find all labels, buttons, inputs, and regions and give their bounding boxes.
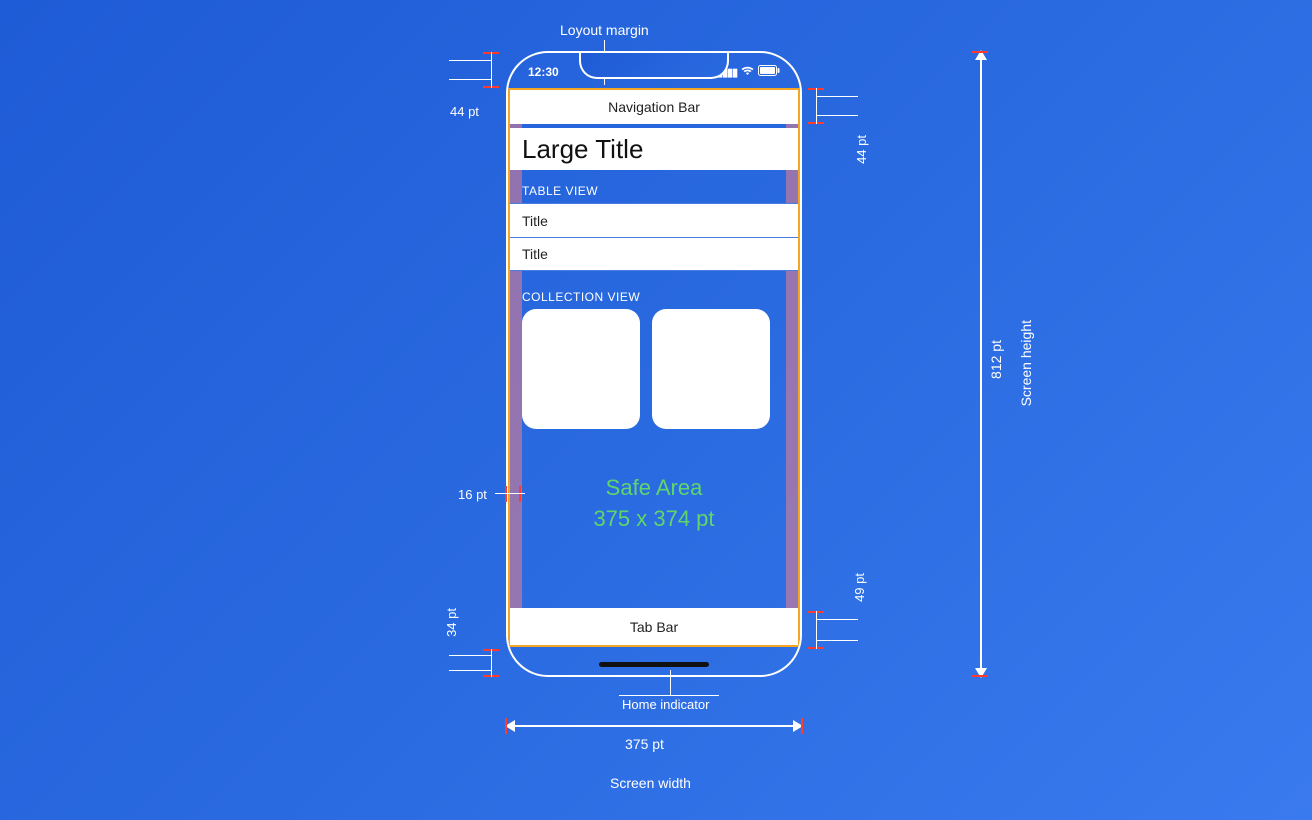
collection-card xyxy=(652,309,770,429)
collection-view-header: COLLECTION VIEW xyxy=(522,290,640,304)
battery-icon xyxy=(758,65,780,79)
wifi-icon xyxy=(741,66,754,79)
phone-frame: 12:30 ▮▮▮▮ Navigation Bar Large Title TA… xyxy=(506,51,802,677)
layout-margin-label: Loyout margin xyxy=(560,22,649,38)
large-title: Large Title xyxy=(510,128,798,170)
width-value: 375 pt xyxy=(625,736,664,752)
home-indicator-label: Home indicator xyxy=(622,697,709,712)
dim-16: 16 pt xyxy=(458,487,487,502)
dim-34: 34 pt xyxy=(444,608,459,637)
layout-margin-right xyxy=(786,90,798,645)
dim-49: 49 pt xyxy=(852,573,867,602)
dim-bracket-34 xyxy=(449,649,499,677)
dim-44-left: 44 pt xyxy=(450,104,479,119)
layout-margin-left xyxy=(510,90,522,645)
height-value: 812 pt xyxy=(988,340,1004,379)
leader-line xyxy=(619,695,719,696)
screen-width-label: Screen width xyxy=(610,775,691,791)
status-time: 12:30 xyxy=(528,65,559,79)
home-indicator xyxy=(599,662,709,667)
safe-area-text: Safe Area xyxy=(508,473,800,504)
navigation-bar: Navigation Bar xyxy=(510,90,798,124)
tick xyxy=(801,718,803,734)
table-row: Title xyxy=(510,237,798,271)
dim-bracket-44-left xyxy=(449,52,499,88)
dim-44-right: 44 pt xyxy=(854,135,869,164)
safe-area-label: Safe Area 375 x 374 pt xyxy=(508,473,800,535)
tick xyxy=(972,51,988,53)
screen-height-label: Screen height xyxy=(1018,320,1034,406)
diagram-stage: Loyout margin 12:30 ▮▮▮▮ Navigation Bar … xyxy=(0,0,1312,820)
notch xyxy=(579,51,729,79)
dim-bracket-49 xyxy=(808,611,858,649)
tick xyxy=(505,718,507,734)
leader-line xyxy=(670,670,671,695)
tick xyxy=(505,486,507,502)
dim-line xyxy=(495,493,525,494)
tick xyxy=(519,486,521,502)
width-arrow xyxy=(506,725,802,727)
collection-view xyxy=(522,309,770,429)
table-row: Title xyxy=(510,203,798,237)
table-view-header: TABLE VIEW xyxy=(522,184,598,198)
safe-area-dims: 375 x 374 pt xyxy=(508,504,800,535)
collection-card xyxy=(522,309,640,429)
tick xyxy=(972,675,988,677)
height-arrow xyxy=(980,51,982,677)
dim-bracket-44-right xyxy=(808,88,858,124)
tab-bar: Tab Bar xyxy=(510,608,798,645)
